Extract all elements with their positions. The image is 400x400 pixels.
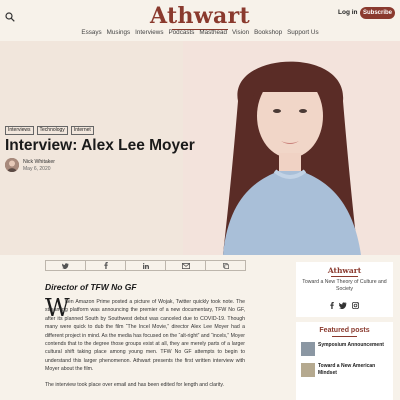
- sidebar-logo-underline: [331, 276, 358, 277]
- login-link[interactable]: Log in: [338, 9, 358, 16]
- twitter-icon[interactable]: [339, 302, 347, 309]
- nav-item-masthead[interactable]: Masthead: [199, 29, 227, 36]
- article-tags: Interviews Technology Internet: [5, 126, 94, 135]
- site-logo[interactable]: Athwart: [0, 3, 400, 29]
- featured-post-thumbnail: [301, 342, 315, 356]
- main-nav: Essays Musings Interviews Podcasts Masth…: [0, 29, 400, 36]
- publish-date: May 6, 2020: [23, 166, 51, 172]
- nav-item-support-us[interactable]: Support Us: [287, 29, 319, 36]
- share-linkedin-button[interactable]: [125, 260, 166, 271]
- article-subheading: Director of TFW No GF: [45, 282, 137, 292]
- tag-internet[interactable]: Internet: [70, 126, 94, 135]
- featured-posts-underline: [332, 336, 357, 337]
- linkedin-icon: [142, 262, 149, 269]
- nav-item-essays[interactable]: Essays: [81, 29, 101, 36]
- tag-technology[interactable]: Technology: [36, 126, 68, 135]
- email-icon: [181, 262, 190, 269]
- sidebar-tagline: Toward a New Theory of Culture and Socie…: [302, 279, 387, 292]
- featured-post-title: Toward a New American Mindset: [318, 363, 376, 376]
- facebook-icon[interactable]: [330, 302, 334, 309]
- nav-item-podcasts[interactable]: Podcasts: [168, 29, 194, 36]
- share-facebook-button[interactable]: [85, 260, 126, 271]
- article-paragraph: The interview took place over email and …: [45, 381, 224, 388]
- share-copy-link-button[interactable]: [205, 260, 246, 271]
- author-avatar[interactable]: [5, 158, 19, 172]
- featured-post-item[interactable]: Symposium Announcement: [301, 342, 389, 364]
- nav-item-bookshop[interactable]: Bookshop: [254, 29, 282, 36]
- instagram-icon[interactable]: [352, 302, 359, 309]
- nav-item-vision[interactable]: Vision: [232, 29, 249, 36]
- author-name[interactable]: Nick Whitaker: [23, 159, 55, 165]
- share-email-button[interactable]: [165, 260, 206, 271]
- twitter-icon: [62, 262, 69, 269]
- featured-posts-heading: Featured posts: [319, 327, 370, 334]
- sidebar-about-card: Athwart Toward a New Theory of Culture a…: [296, 262, 393, 317]
- share-twitter-button[interactable]: [45, 260, 86, 271]
- featured-post-thumbnail: [301, 363, 315, 377]
- sidebar-logo[interactable]: Athwart: [296, 266, 393, 275]
- featured-posts-card: Featured posts Symposium Announcement To…: [296, 322, 393, 400]
- article-title: Interview: Alex Lee Moyer: [5, 137, 195, 154]
- featured-post-item[interactable]: Toward a New American Mindset: [301, 363, 389, 385]
- share-bar: [45, 260, 246, 271]
- article-paragraph: hen Amazon Prime posted a picture of Woj…: [45, 299, 245, 373]
- article-body: hen Amazon Prime posted a picture of Woj…: [45, 298, 245, 396]
- nav-item-musings[interactable]: Musings: [107, 29, 130, 36]
- hero-portrait-image: [183, 41, 400, 255]
- nav-item-interviews[interactable]: Interviews: [135, 29, 163, 36]
- copy-link-icon: [222, 262, 229, 269]
- tag-interviews[interactable]: Interviews: [5, 126, 34, 135]
- featured-post-title: Symposium Announcement: [318, 342, 384, 348]
- facebook-icon: [103, 262, 108, 269]
- sidebar-social-links: [296, 302, 393, 309]
- subscribe-button[interactable]: Subscribe: [360, 7, 395, 19]
